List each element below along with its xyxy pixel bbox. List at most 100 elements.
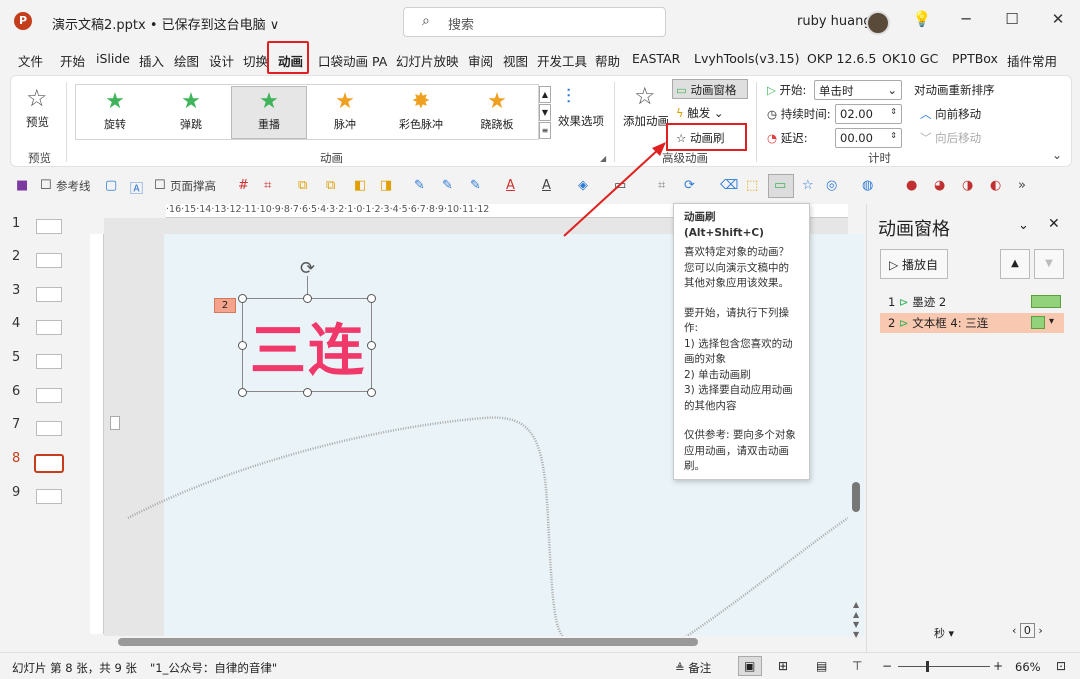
resize-handle[interactable]	[367, 294, 376, 303]
guides-checkbox[interactable]: ☐	[40, 178, 52, 193]
shape-effect-icon[interactable]: ◍	[862, 178, 873, 193]
ok-tool1-icon[interactable]: ●	[906, 178, 917, 193]
arrange-icon[interactable]: ⧉	[326, 178, 335, 193]
tab-okp[interactable]: OKP 12.6.5	[807, 51, 876, 66]
animation-order-tag[interactable]: 2	[214, 298, 236, 313]
search-input[interactable]: ⌕ 搜索	[403, 7, 666, 37]
document-title[interactable]: 演示文稿2.pptx • 已保存到这台电脑 ∨	[52, 14, 279, 33]
start-dropdown[interactable]: 单击时 ⌄	[814, 80, 902, 100]
tab-eastar[interactable]: EASTAR	[632, 51, 680, 66]
zoom-level[interactable]: 66%	[1015, 660, 1041, 674]
tab-draw[interactable]: 绘图	[174, 51, 199, 70]
move-up-button[interactable]: ▲	[1000, 249, 1030, 279]
gallery-item-replay[interactable]: ★ 重播	[234, 88, 304, 138]
slide-thumbnail[interactable]	[36, 354, 62, 369]
resize-handle[interactable]	[238, 294, 247, 303]
horizontal-scrollbar[interactable]	[118, 638, 698, 646]
tab-slideshow[interactable]: 幻灯片放映	[396, 51, 459, 70]
motion-icon[interactable]: ◎	[826, 178, 837, 193]
slide-thumbnail[interactable]	[36, 219, 62, 234]
fit-to-window-icon[interactable]: ⊡	[1056, 659, 1066, 673]
pane-close-icon[interactable]: ✕	[1048, 216, 1060, 232]
align-icon[interactable]: ⧉	[298, 178, 307, 193]
trigger-button[interactable]: ϟ 触发 ⌄	[676, 105, 724, 121]
star-icon[interactable]: ☆	[802, 178, 814, 193]
animation-timeline-bar[interactable]	[1031, 295, 1061, 308]
slide-thumbnail[interactable]	[36, 253, 62, 268]
zoom-in-icon[interactable]: +	[993, 659, 1003, 673]
move-earlier-button[interactable]: ︿ 向前移动	[920, 106, 981, 122]
eyedropper2-icon[interactable]: ✎	[442, 178, 453, 193]
slide-thumbnail-selected[interactable]	[34, 454, 64, 473]
delay-input[interactable]: 00.00 ⇕	[835, 128, 902, 148]
highlight-color-icon[interactable]: A	[542, 178, 551, 193]
gallery-item-teeter[interactable]: ★ 跷跷板	[462, 88, 532, 138]
group-icon[interactable]: ◧	[354, 178, 366, 193]
reading-view-icon[interactable]: ▤	[816, 659, 827, 673]
tab-home[interactable]: 开始	[60, 51, 85, 70]
zoom-out-icon[interactable]: −	[882, 659, 892, 673]
slideshow-icon[interactable]: ⊤	[852, 659, 862, 673]
gallery-item-pulse[interactable]: ★ 脉冲	[310, 88, 380, 138]
user-name[interactable]: ruby huang	[797, 14, 872, 29]
eraser-icon[interactable]: ⌫	[720, 178, 738, 193]
scroll-arrows-icon[interactable]: ▲ ▲ ▼ ▼	[853, 600, 859, 640]
resize-handle[interactable]	[238, 341, 247, 350]
tab-view[interactable]: 视图	[503, 51, 528, 70]
lightbulb-icon[interactable]: 💡	[912, 10, 932, 28]
tab-review[interactable]: 审阅	[468, 51, 493, 70]
gallery-item-spin[interactable]: ★ 旋转	[80, 88, 150, 138]
preview-star-icon[interactable]: ☆	[26, 84, 48, 112]
grid-icon[interactable]: #	[238, 178, 249, 193]
tab-plugins[interactable]: 插件常用	[1007, 51, 1057, 70]
gallery-scroll-down[interactable]: ▼	[539, 104, 551, 121]
gallery-scroll-up[interactable]: ▲	[539, 86, 551, 103]
effect-options-icon[interactable]: ⫶	[566, 84, 571, 108]
pane-options-icon[interactable]: ⌄	[1018, 218, 1029, 233]
layer-icon[interactable]: ◨	[380, 178, 392, 193]
slide-thumbnail[interactable]	[36, 320, 62, 335]
ok-tool4-icon[interactable]: ◐	[990, 178, 1001, 193]
duration-input[interactable]: 02.00 ⇕	[835, 104, 902, 124]
move-later-button[interactable]: ﹀ 向后移动	[920, 130, 981, 146]
slide-sorter-icon[interactable]: ⊞	[778, 659, 788, 673]
add-animation-button[interactable]: 添加动画	[623, 113, 669, 129]
vertical-scrollbar[interactable]	[852, 482, 860, 512]
distribute-icon[interactable]: ⌗	[264, 178, 271, 193]
resize-handle[interactable]	[303, 294, 312, 303]
tab-pocket-animation[interactable]: 口袋动画 PA	[318, 51, 387, 70]
slide-text[interactable]: 三连	[250, 306, 366, 387]
gallery-more[interactable]: ≡	[539, 122, 551, 139]
minimize-button[interactable]: ─	[956, 10, 976, 28]
resize-handle[interactable]	[303, 388, 312, 397]
slide-thumbnail[interactable]	[36, 489, 62, 504]
tab-pptbox[interactable]: PPTBox	[952, 51, 998, 66]
slide-thumbnail[interactable]	[36, 287, 62, 302]
animation-timeline-bar[interactable]	[1031, 316, 1045, 329]
item-dropdown-icon[interactable]: ▾	[1049, 316, 1054, 327]
tab-design[interactable]: 设计	[209, 51, 234, 70]
font-color-icon[interactable]: A	[506, 178, 515, 193]
preview-button[interactable]: 预览	[26, 114, 49, 130]
animation-pane-button[interactable]: ▭ 动画窗格	[676, 82, 737, 98]
eyedropper-icon[interactable]: ✎	[414, 178, 425, 193]
avatar[interactable]	[866, 11, 890, 35]
save-icon[interactable]: ■	[16, 178, 28, 193]
fit-checkbox[interactable]: ☐	[154, 178, 166, 193]
tab-insert[interactable]: 插入	[139, 51, 164, 70]
zoom-slider-thumb[interactable]	[926, 661, 929, 672]
textbox-icon[interactable]: 🄰	[130, 178, 143, 197]
move-down-button[interactable]: ▼	[1034, 249, 1064, 279]
effect-options-button[interactable]: 效果选项	[558, 113, 604, 129]
select-icon[interactable]: ⬚	[746, 178, 758, 193]
gallery-item-bounce[interactable]: ★ 弹跳	[156, 88, 226, 138]
rotate-icon[interactable]: ⟳	[684, 178, 695, 193]
resize-handle[interactable]	[367, 341, 376, 350]
ok-tool2-icon[interactable]: ◕	[934, 178, 945, 193]
close-button[interactable]: ✕	[1048, 10, 1068, 28]
slide-thumbnail[interactable]	[36, 421, 62, 436]
maximize-button[interactable]: ☐	[1002, 10, 1022, 28]
seconds-dropdown[interactable]: 秒 ▾	[934, 625, 954, 641]
zoom-slider[interactable]	[898, 666, 990, 667]
ok-tool3-icon[interactable]: ◑	[962, 178, 973, 193]
